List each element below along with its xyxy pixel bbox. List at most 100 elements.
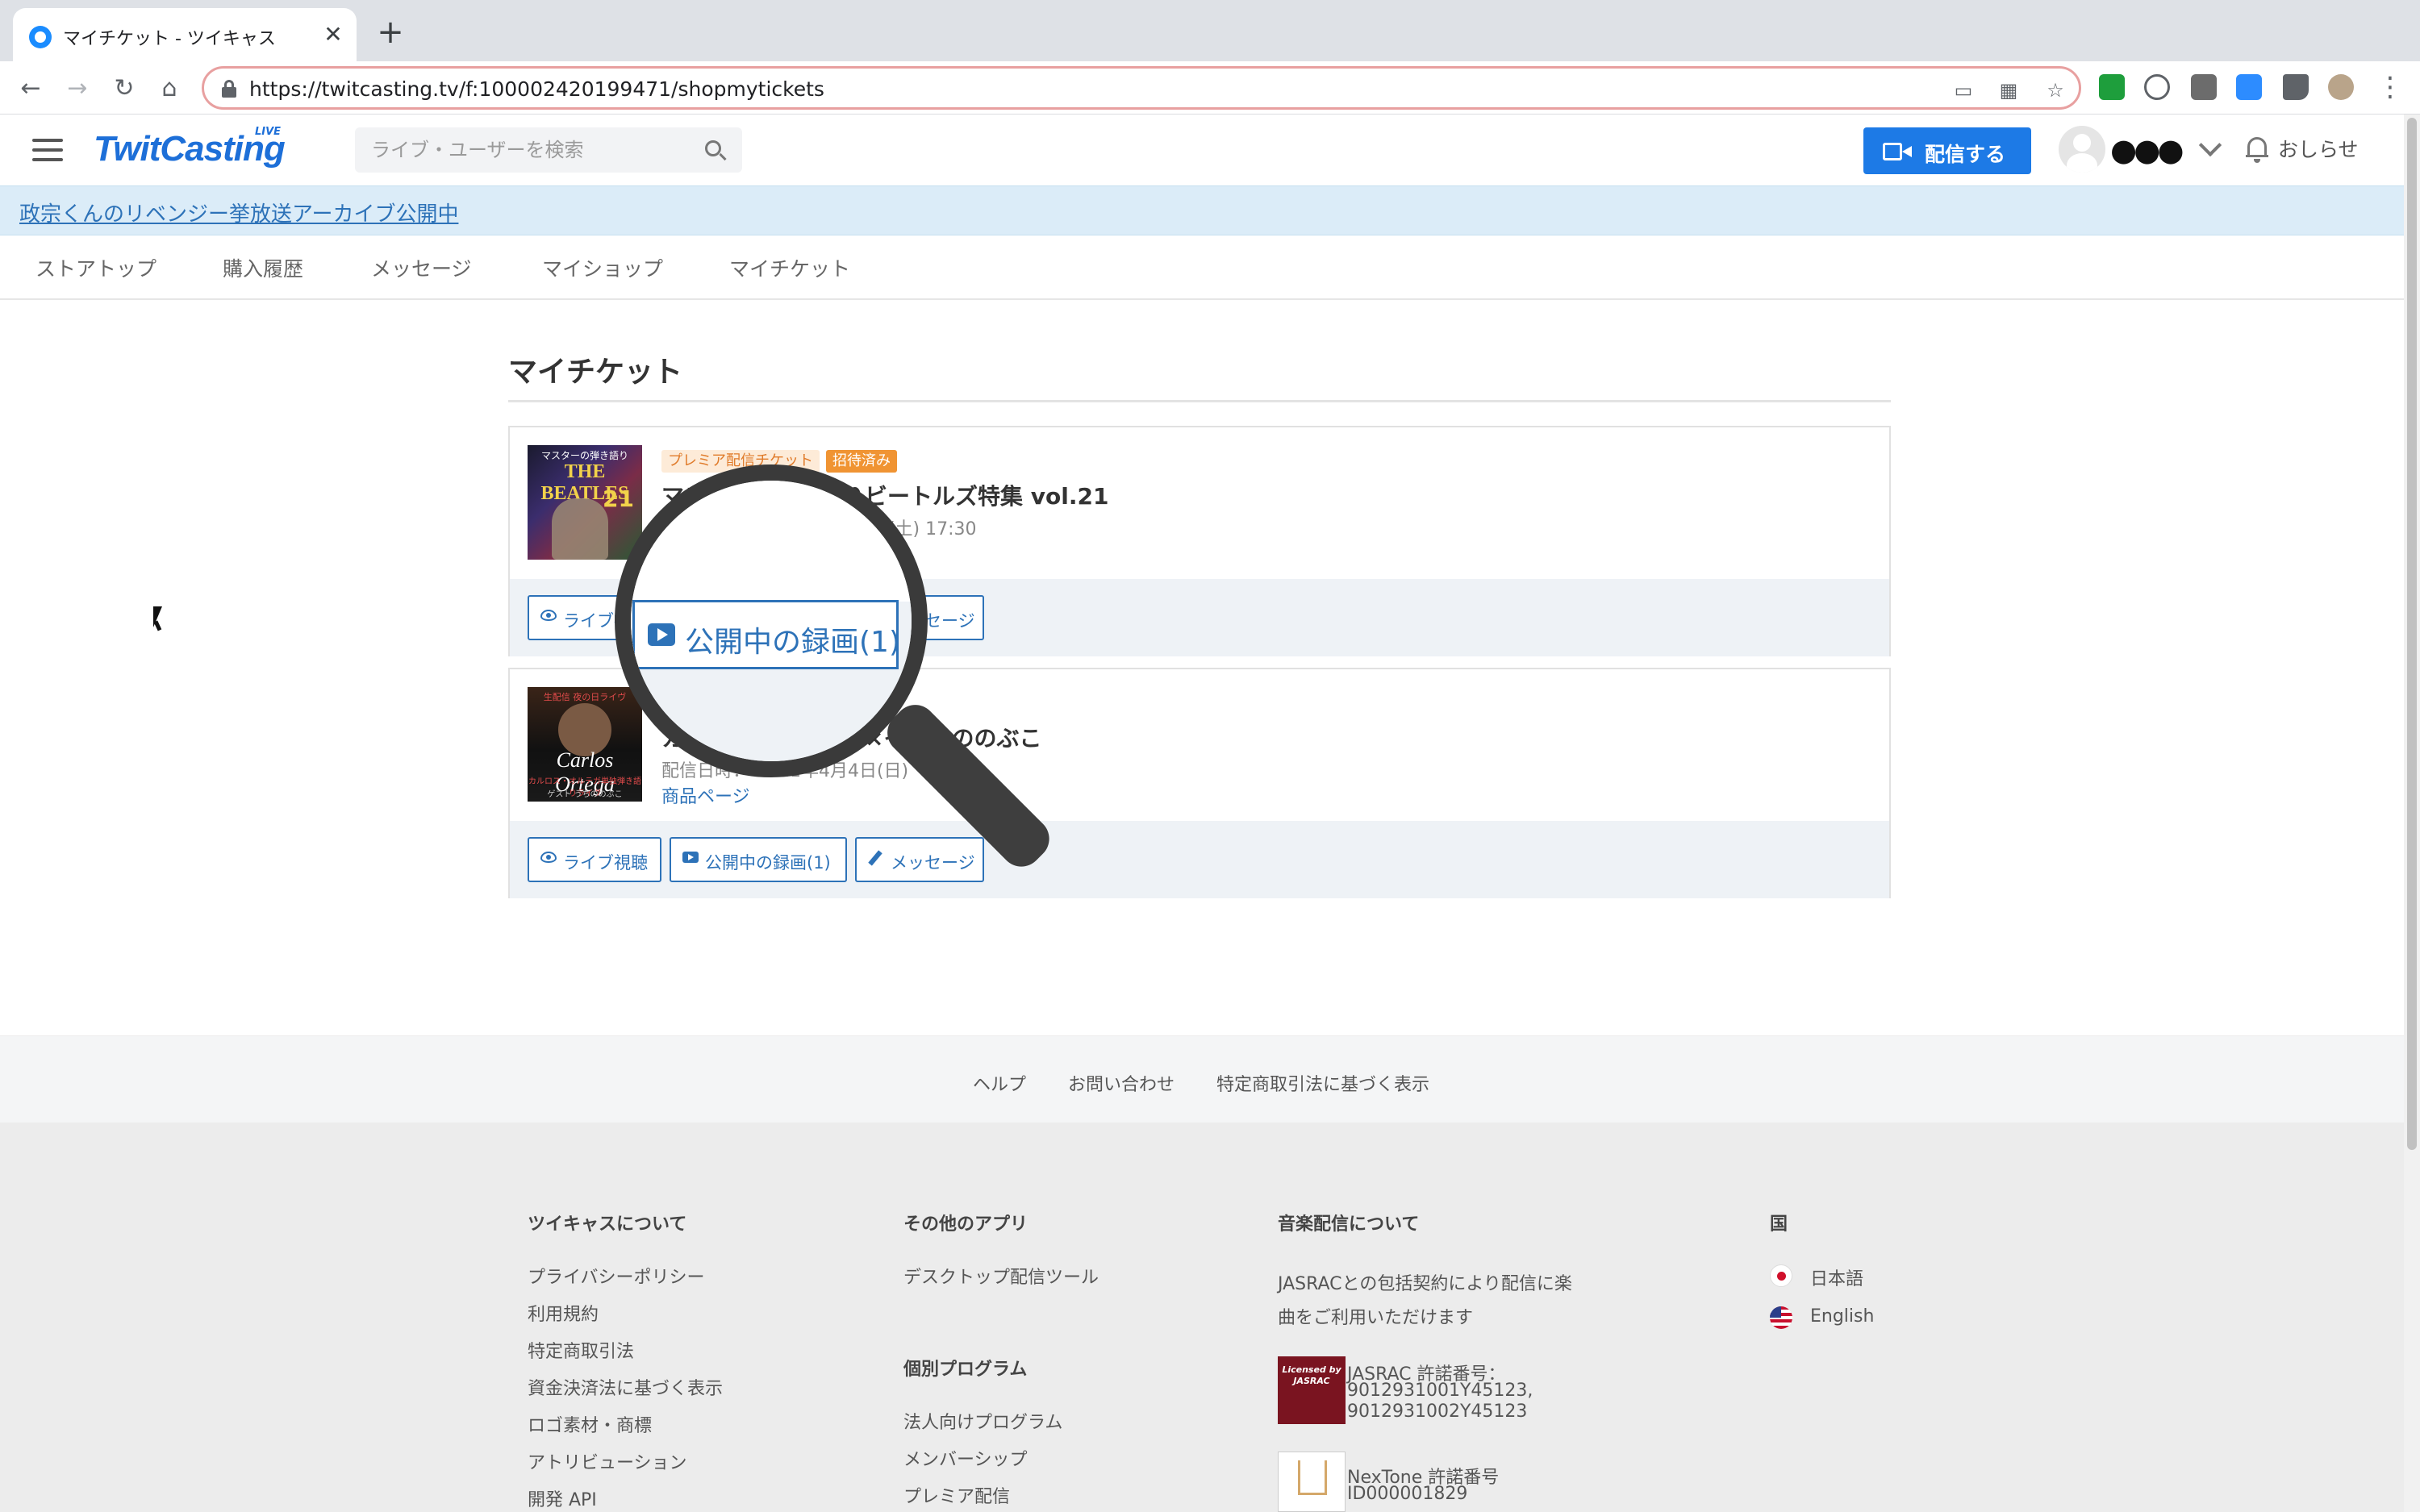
url-text[interactable]: https://twitcasting.tv/f:100002420199471… <box>249 77 824 101</box>
recording-label: 公開中の録画(1) <box>705 611 831 631</box>
product-page-link[interactable]: 商品ページ <box>661 540 750 566</box>
footer-commerce-link[interactable]: 特定商取引法 <box>528 1337 634 1363</box>
footer-membership-link[interactable]: メンバーシップ <box>903 1445 1028 1471</box>
thumbnail-caption: 生配信 夜の日ライヴ <box>543 692 627 702</box>
invited-status-badge: 招待済み <box>826 450 897 473</box>
tab-title: マイチケット - ツイキャス <box>63 29 276 49</box>
profile-avatar-icon[interactable] <box>2328 74 2354 100</box>
cast-icon[interactable]: ▭ <box>1951 78 1976 102</box>
profile-card-extension-icon[interactable] <box>2191 74 2217 100</box>
play-icon <box>682 852 699 863</box>
eye-icon <box>540 852 557 863</box>
browser-menu-icon[interactable]: ⋮ <box>2376 71 2404 103</box>
video-camera-icon <box>1883 143 1912 160</box>
browser-tabstrip: マイチケット - ツイキャス ✕ + <box>0 0 2420 61</box>
new-tab-button[interactable]: + <box>374 16 407 48</box>
jasrac-license-number-1: 9012931001Y45123, <box>1347 1381 1533 1401</box>
lock-icon[interactable] <box>222 80 236 98</box>
invited-status-badge: 招待済み <box>826 692 897 714</box>
eye-icon <box>540 610 557 621</box>
banner-link[interactable]: 政宗くんのリベンジー挙放送アーカイブ公開中 <box>19 198 458 227</box>
broadcast-label: 配信する <box>1925 143 2006 166</box>
footer-api-link[interactable]: 開発 API <box>528 1485 597 1511</box>
us-flag-icon <box>1770 1306 1792 1329</box>
search-box <box>355 127 742 173</box>
address-bar[interactable]: https://twitcasting.tv/f:100002420199471… <box>202 66 2081 110</box>
page-title: マイチケット <box>508 356 683 389</box>
ticket-thumbnail[interactable]: マスターの弾き語り THE BEATLES 21 <box>528 445 642 560</box>
notifications-link[interactable]: おしらせ <box>2278 134 2359 163</box>
thumbnail-caption: マスターの弾き語り <box>540 450 628 461</box>
footer-legal-link[interactable]: 特定商取引法に基づく表示 <box>1216 1070 1429 1096</box>
footer-attribution-link[interactable]: アトリビューション <box>528 1448 687 1474</box>
chevron-down-icon[interactable] <box>2198 133 2222 157</box>
reload-icon[interactable]: ↻ <box>108 73 140 105</box>
subnav-item-store-top[interactable]: ストアトップ <box>35 253 156 282</box>
live-view-button[interactable]: ライブ視聴 <box>528 837 661 882</box>
footer-business-program-link[interactable]: 法人向けプログラム <box>903 1408 1062 1434</box>
nextone-license-number: ID000001829 <box>1347 1484 1468 1504</box>
message-button[interactable]: メッセージ <box>855 595 984 640</box>
github-extension-icon[interactable] <box>2144 74 2170 100</box>
hamburger-menu-icon[interactable] <box>32 139 63 161</box>
user-avatar[interactable] <box>2059 126 2105 173</box>
footer-music-desc-line1: JASRACとの包括契約により配信に楽 <box>1278 1274 1572 1294</box>
logo-live-label: LIVE <box>255 126 282 138</box>
username[interactable]: ●●● <box>2110 132 2184 168</box>
message-label: メッセージ <box>891 611 975 631</box>
browser-tab[interactable]: マイチケット - ツイキャス ✕ <box>13 8 357 61</box>
extensions-puzzle-icon[interactable] <box>2283 74 2309 100</box>
footer-help-link[interactable]: ヘルプ <box>973 1070 1026 1096</box>
recording-button[interactable]: 公開中の録画(1) <box>670 837 847 882</box>
home-icon[interactable]: ⌂ <box>153 73 186 105</box>
language-japanese-link[interactable]: 日本語 <box>1810 1264 1863 1290</box>
scrollbar-thumb[interactable] <box>2407 118 2417 1150</box>
footer-privacy-link[interactable]: プライバシーポリシー <box>528 1263 705 1289</box>
recording-label: 公開中の録画(1) <box>705 853 831 873</box>
footer-country-title: 国 <box>1770 1214 1788 1235</box>
bell-icon[interactable] <box>2246 135 2268 163</box>
checkmark-extension-icon[interactable] <box>2099 74 2125 100</box>
language-english-link[interactable]: English <box>1810 1306 1874 1327</box>
footer-terms-link[interactable]: 利用規約 <box>528 1300 599 1326</box>
tab-close-icon[interactable]: ✕ <box>319 21 347 48</box>
ticket-card: マスターの弾き語り THE BEATLES 21 プレミア配信チケット 招待済み… <box>508 426 1891 656</box>
subnav-item-purchase-history[interactable]: 購入履歴 <box>223 253 303 282</box>
search-input[interactable] <box>371 127 694 173</box>
footer-music-desc-line2: 曲をご利用いただけます <box>1278 1308 1474 1328</box>
subnav-item-my-tickets[interactable]: マイチケット <box>729 253 850 282</box>
footer-logo-trademark-link[interactable]: ロゴ素材・商標 <box>528 1411 652 1437</box>
footer-payment-law-link[interactable]: 資金決済法に基づく表示 <box>528 1374 723 1400</box>
twitcasting-favicon-icon <box>29 26 52 48</box>
footer-desktop-tool-link[interactable]: デスクトップ配信ツール <box>903 1263 1099 1289</box>
premiere-ticket-badge: プレミア配信チケット <box>661 692 820 714</box>
footer-programs-title: 個別プログラム <box>903 1360 1028 1380</box>
subnav-item-messages[interactable]: メッセージ <box>371 253 472 282</box>
announcement-banner: 政宗くんのリベンジー挙放送アーカイブ公開中 <box>0 185 2404 235</box>
message-label: メッセージ <box>891 853 975 873</box>
live-view-label: ライブ視聴 <box>563 853 648 873</box>
page-scrollbar[interactable] <box>2404 115 2420 1512</box>
ticket-thumbnail[interactable]: 生配信 夜の日ライヴ Carlos Ortega カルロス・オルテガ単独弾き語り… <box>528 687 642 802</box>
title-divider <box>508 400 1891 402</box>
recording-button[interactable]: 公開中の録画(1) <box>670 595 847 640</box>
footer-apps-title: その他のアプリ <box>903 1214 1028 1235</box>
footer-premiere-link[interactable]: プレミア配信 <box>903 1482 1010 1508</box>
footer-links-bar: ヘルプ お問い合わせ 特定商取引法に基づく表示 <box>0 1035 2404 1123</box>
bookmark-star-icon[interactable]: ☆ <box>2043 78 2067 102</box>
footer-contact-link[interactable]: お問い合わせ <box>1068 1070 1175 1096</box>
back-arrow-icon[interactable]: ← <box>15 73 47 105</box>
subnav-item-my-shop[interactable]: マイショップ <box>542 253 663 282</box>
jasrac-license-number-2: 9012931002Y45123 <box>1347 1402 1528 1422</box>
live-view-button[interactable]: ライブ視聴 <box>528 595 661 640</box>
qr-code-icon[interactable]: ▦ <box>1996 78 2021 102</box>
search-icon[interactable] <box>705 140 727 161</box>
ticket-actions: ライブ視聴 公開中の録画(1) メッセージ <box>510 821 1889 898</box>
broadcast-button[interactable]: 配信する <box>1863 127 2031 174</box>
japan-flag-icon <box>1770 1264 1792 1287</box>
zoom-extension-icon[interactable] <box>2236 74 2262 100</box>
forward-arrow-icon[interactable]: → <box>61 73 94 105</box>
product-page-link[interactable]: 商品ページ <box>661 782 750 808</box>
jasrac-license-logo: Licensed by JASRAC <box>1278 1356 1346 1424</box>
message-button[interactable]: メッセージ <box>855 837 984 882</box>
